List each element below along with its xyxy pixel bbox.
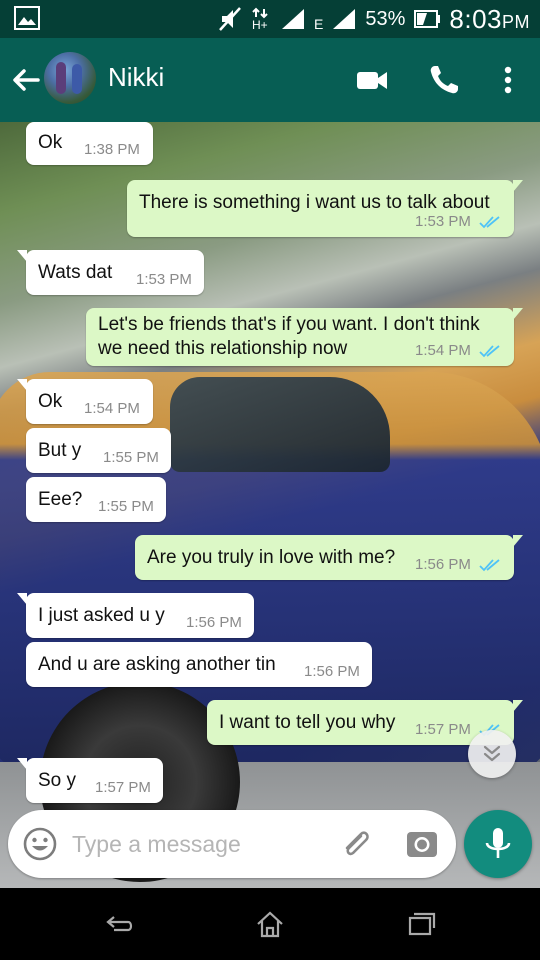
clock-time: 8:03 [449, 3, 502, 34]
message-time: 1:56 PM [415, 556, 471, 573]
message-bubble-incoming[interactable]: But y 1:55 PM [26, 428, 171, 473]
svg-text:H+: H+ [252, 18, 268, 31]
wallpaper-car-window [170, 377, 390, 472]
scroll-to-bottom-button[interactable] [468, 730, 516, 778]
message-bubble-incoming[interactable]: Ok 1:38 PM [26, 122, 153, 165]
microphone-icon [485, 828, 511, 858]
message-text: And u are asking another tin [38, 654, 276, 675]
more-vertical-icon[interactable] [490, 62, 526, 98]
message-text-line-1: Let's be friends that's if you want. I d… [98, 314, 480, 335]
message-bubble-outgoing[interactable]: Are you truly in love with me? 1:56 PM [135, 535, 523, 580]
message-bubble-incoming[interactable]: I just asked u y 1:56 PM [17, 593, 254, 638]
recents-nav-icon[interactable] [400, 908, 440, 940]
message-bubble-incoming[interactable]: Ok 1:54 PM [17, 379, 153, 424]
message-time: 1:53 PM [415, 213, 471, 230]
message-bubble-outgoing[interactable]: There is something i want us to talk abo… [127, 180, 523, 237]
clock-ampm: PM [502, 11, 530, 32]
message-time: 1:54 PM [415, 342, 471, 359]
message-time: 1:53 PM [136, 271, 192, 288]
home-nav-icon[interactable] [250, 908, 290, 940]
message-text: Are you truly in love with me? [147, 547, 396, 568]
message-time: 1:55 PM [103, 449, 159, 466]
message-text: There is something i want us to talk abo… [139, 192, 490, 213]
message-bubble-incoming[interactable]: Eee? 1:55 PM [26, 477, 166, 522]
message-time: 1:57 PM [95, 779, 151, 796]
message-time: 1:38 PM [84, 141, 140, 158]
phone-icon[interactable] [426, 62, 462, 98]
voice-message-button[interactable] [464, 810, 532, 878]
data-arrows-icon: H+ [252, 7, 268, 31]
mute-icon [219, 7, 241, 31]
contact-name[interactable]: Nikki [108, 62, 164, 93]
message-time: 1:56 PM [304, 663, 360, 680]
avatar[interactable] [44, 52, 96, 104]
message-time: 1:57 PM [415, 721, 471, 738]
status-bar-right: H+ E 53% 8:03PM [218, 0, 530, 38]
smiley-icon[interactable] [22, 826, 58, 862]
network-type-label: E [314, 16, 324, 32]
read-ticks-icon [479, 345, 500, 358]
chat-header: Nikki [0, 38, 540, 122]
message-time: 1:56 PM [186, 614, 242, 631]
message-text: Eee? [38, 489, 83, 510]
message-text: Wats dat [38, 262, 113, 283]
message-time: 1:54 PM [84, 400, 140, 417]
message-input[interactable] [72, 824, 322, 864]
read-ticks-icon [479, 216, 500, 229]
double-chevron-down-icon [483, 745, 501, 762]
clock: 8:03PM [449, 4, 530, 35]
message-text: But y [38, 440, 82, 461]
chat-area[interactable]: Ok 1:38 PM There is something i want us … [0, 122, 540, 888]
back-nav-icon[interactable] [100, 908, 140, 940]
status-bar: H+ E 53% 8:03PM [0, 0, 540, 38]
message-bubble-incoming[interactable]: Wats dat 1:53 PM [17, 250, 204, 295]
battery-percent: 53% [365, 7, 406, 30]
paperclip-icon[interactable] [338, 826, 374, 862]
signal-strength-icon-1 [282, 9, 305, 29]
message-time: 1:55 PM [98, 498, 154, 515]
camera-icon[interactable] [404, 826, 440, 862]
message-bubble-incoming[interactable]: And u are asking another tin 1:56 PM [26, 642, 372, 687]
gallery-notification-icon [14, 6, 40, 30]
message-text-line-2: we need this relationship now [98, 338, 348, 359]
message-bubble-outgoing[interactable]: Let's be friends that's if you want. I d… [86, 308, 523, 366]
system-navigation-bar [0, 888, 540, 960]
message-text: I want to tell you why [219, 712, 396, 733]
video-camera-icon[interactable] [354, 62, 390, 98]
signal-strength-icon-2 [333, 9, 356, 29]
read-ticks-icon [479, 559, 500, 572]
message-text: So y [38, 770, 77, 791]
arrow-left-icon[interactable] [8, 62, 44, 98]
battery-icon [414, 10, 441, 28]
message-composer [8, 810, 456, 878]
message-text: Ok [38, 391, 63, 412]
message-text: Ok [38, 132, 63, 153]
message-text: I just asked u y [38, 605, 165, 626]
message-bubble-incoming[interactable]: So y 1:57 PM [17, 758, 163, 803]
